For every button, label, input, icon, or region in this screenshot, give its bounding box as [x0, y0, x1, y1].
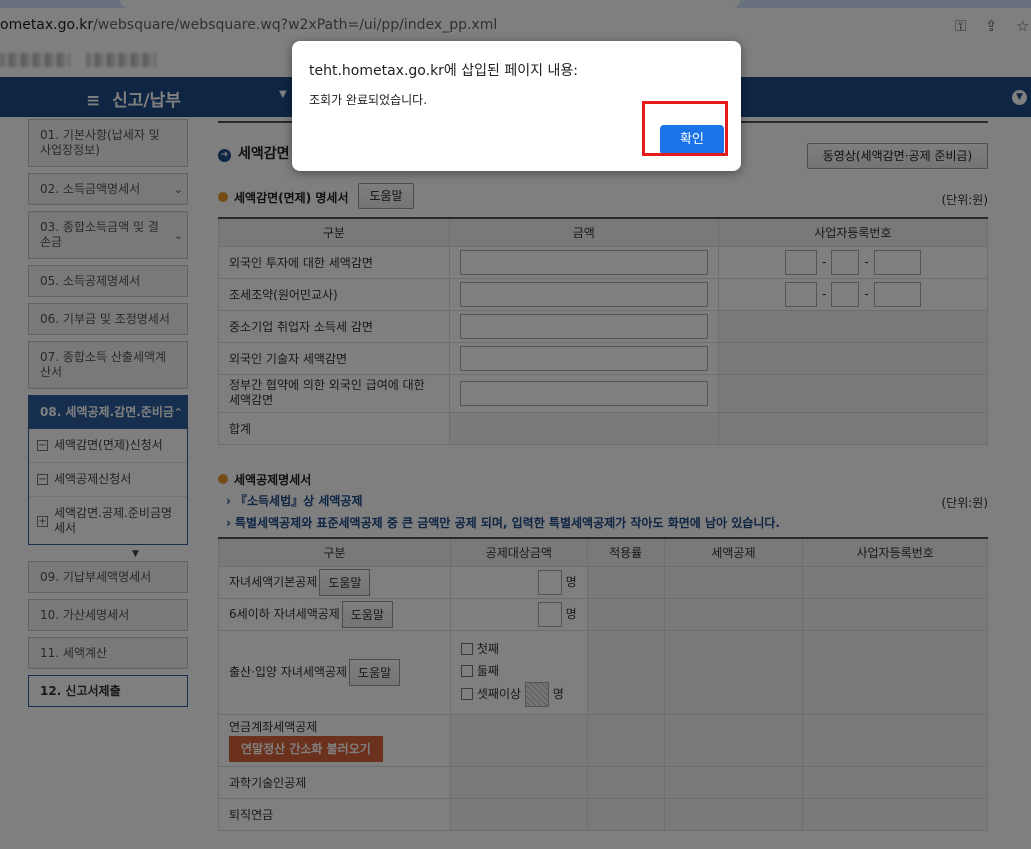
dialog-title: teht.hometax.go.kr에 삽입된 페이지 내용: — [309, 63, 578, 79]
dialog-message: 조회가 완료되었습니다. — [309, 93, 428, 107]
alert-dialog: teht.hometax.go.kr에 삽입된 페이지 내용: 조회가 완료되었… — [292, 41, 741, 171]
highlight-box — [642, 101, 728, 156]
